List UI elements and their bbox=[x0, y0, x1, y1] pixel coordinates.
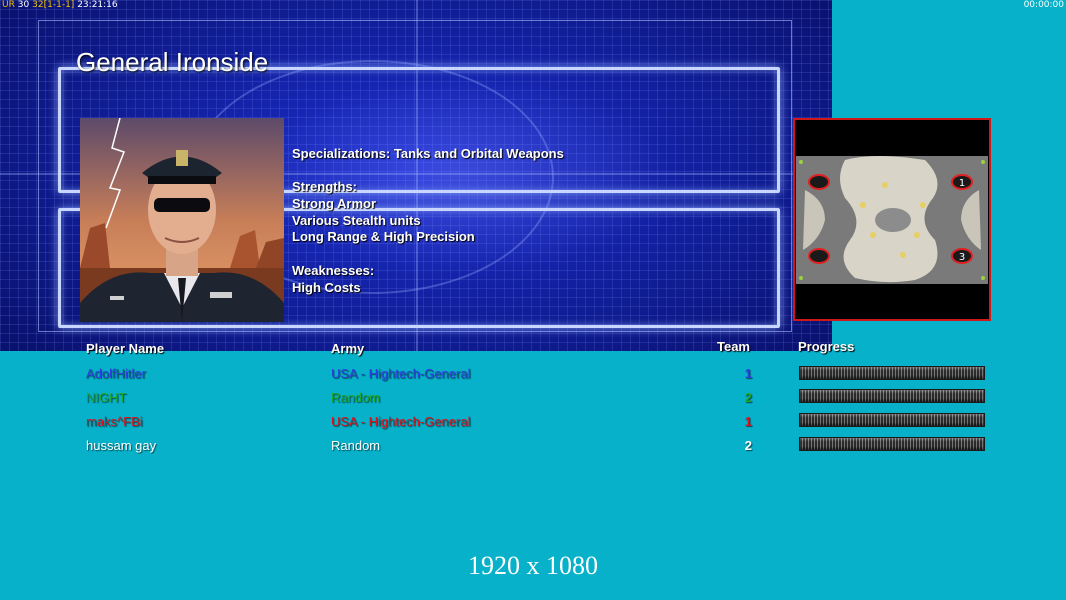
loading-progress-bar bbox=[799, 389, 985, 403]
player-army: USA - Hightech-General bbox=[331, 414, 471, 429]
start-position-label: 3 bbox=[959, 252, 965, 263]
weaknesses-label: Weaknesses: bbox=[292, 262, 375, 278]
resolution-label: 1920 x 1080 bbox=[468, 551, 598, 580]
header-player-name: Player Name bbox=[86, 341, 165, 356]
strength-item: Various Stealth units bbox=[292, 212, 421, 228]
loading-progress-bar bbox=[799, 413, 985, 427]
loading-progress-bar bbox=[799, 366, 985, 380]
weakness-item: High Costs bbox=[292, 279, 361, 295]
hud-value-c: [1-1-1] bbox=[43, 0, 75, 10]
hud-status-readout: UR 30 32[1-1-1] 23:21:16 bbox=[2, 0, 118, 10]
player-name: maks^FBi bbox=[86, 414, 143, 429]
header-team: Team bbox=[717, 339, 750, 354]
general-portrait bbox=[80, 118, 284, 322]
general-description: Specializations: Tanks and Orbital Weapo… bbox=[292, 146, 564, 296]
start-position-marker bbox=[808, 174, 830, 190]
general-info-panel: General Ironside Specializations: Tanks … bbox=[0, 0, 832, 351]
strength-item: Strong Armor bbox=[292, 196, 377, 212]
general-title: General Ironside bbox=[76, 47, 269, 77]
player-name: hussam gay bbox=[86, 438, 157, 453]
specializations-text: Specializations: Tanks and Orbital Weapo… bbox=[292, 146, 564, 161]
strength-item: Long Range & High Precision bbox=[292, 229, 475, 245]
hud-clock: 23:21:16 bbox=[77, 0, 118, 10]
header-progress: Progress bbox=[798, 339, 855, 354]
loading-progress-bar bbox=[799, 437, 985, 451]
ur-label: UR bbox=[2, 0, 15, 10]
game-timer: 00:00:00 bbox=[1023, 0, 1064, 10]
player-name: AdolfHitler bbox=[86, 366, 146, 381]
player-team: 2 bbox=[744, 390, 752, 405]
map-preview: 1 3 bbox=[793, 118, 991, 321]
start-position-marker bbox=[808, 248, 830, 264]
hud-value-a: 30 bbox=[17, 0, 30, 10]
strengths-label: Strengths: bbox=[292, 179, 357, 195]
start-position-label: 1 bbox=[959, 178, 965, 189]
player-team: 1 bbox=[744, 366, 752, 381]
player-army: USA - Hightech-General bbox=[331, 366, 471, 381]
player-army: Random bbox=[331, 390, 381, 405]
player-army: Random bbox=[331, 438, 381, 453]
player-name: NIGHT bbox=[86, 390, 127, 405]
player-team: 2 bbox=[744, 438, 752, 453]
hud-value-b: 32 bbox=[32, 0, 44, 10]
header-army: Army bbox=[331, 341, 365, 356]
player-team: 1 bbox=[744, 414, 752, 429]
